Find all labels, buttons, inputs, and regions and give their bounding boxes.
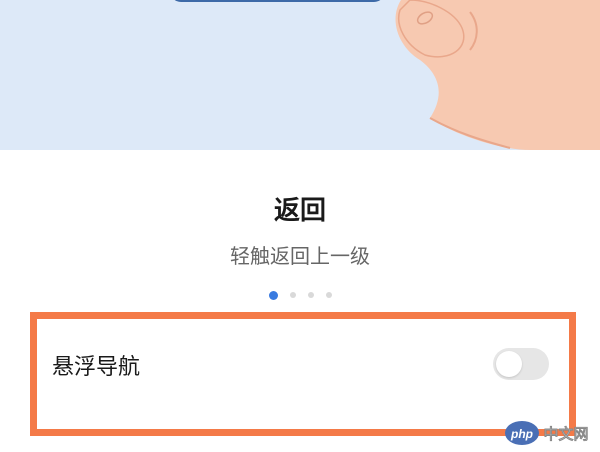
toggle-knob (496, 351, 522, 377)
gesture-title: 返回 (273, 196, 326, 226)
floating-navigation-toggle[interactable] (493, 348, 549, 380)
page-indicator (0, 291, 600, 300)
floating-navigation-label: 悬浮导航 (52, 355, 141, 380)
gesture-subtitle: 轻触返回上一级 (230, 244, 370, 268)
floating-navigation-setting-row[interactable]: 悬浮导航 (37, 319, 569, 429)
hand-tap-illustration (0, 0, 600, 150)
site-watermark-logo: php 中文网 (504, 418, 596, 448)
page-dot (325, 292, 332, 298)
hand-illustration-svg (174, 0, 600, 150)
svg-text:php: php (510, 427, 533, 441)
page-dot (307, 292, 314, 298)
svg-text:中文网: 中文网 (543, 425, 588, 443)
page-dot-active (268, 291, 278, 300)
illustration-button-shape (174, 0, 381, 2)
page-dot (289, 292, 296, 298)
